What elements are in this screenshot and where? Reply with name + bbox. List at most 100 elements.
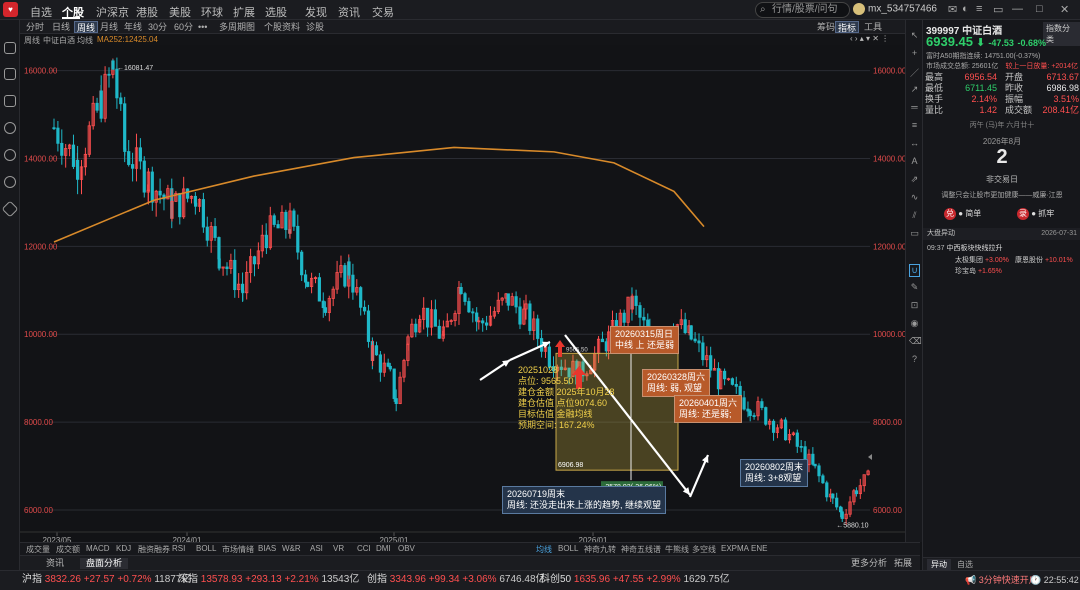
indicator-tab-3[interactable]: KDJ (116, 544, 131, 553)
indicator-tab2-1[interactable]: BOLL (558, 544, 578, 553)
indicator-tab-4[interactable]: 融资融券 (138, 544, 170, 555)
indicator-tab-8[interactable]: BIAS (258, 544, 276, 553)
expand-button[interactable]: 拓展 (888, 558, 918, 569)
indicator-tab-2[interactable]: MACD (86, 544, 110, 553)
monitor-icon[interactable] (4, 68, 16, 80)
tools-button[interactable]: 工具 (862, 21, 884, 33)
card-news[interactable]: 资讯 (40, 558, 70, 569)
user-account[interactable]: mx_534757466 (853, 3, 937, 15)
period-8[interactable]: 多周期图 (217, 21, 257, 33)
nav-8[interactable]: 发现 (305, 4, 327, 20)
news-stock-item[interactable]: 太极集团 +3.00% (955, 255, 1009, 265)
period-0[interactable]: 分时 (24, 21, 46, 33)
diamond-icon[interactable] (1, 200, 19, 218)
chart-annotation-a3[interactable]: 20260328周六 周线: 弱, 观望 (642, 369, 711, 397)
minimize-icon[interactable]: — (1012, 3, 1023, 15)
card-market-analysis[interactable]: 盘面分析 (80, 558, 129, 569)
robot-icon[interactable] (4, 42, 16, 54)
help-icon[interactable]: ? (909, 354, 920, 364)
indicator-tab-14[interactable]: OBV (398, 544, 415, 553)
cursor-icon[interactable]: ↖ (909, 30, 920, 41)
compact-icon[interactable]: ▭ (993, 3, 1003, 16)
nav-9[interactable]: 资讯 (338, 4, 360, 20)
nav-7[interactable]: 选股 (265, 4, 287, 20)
document-icon[interactable] (4, 95, 16, 107)
line-tool-icon[interactable]: ／ (909, 66, 920, 79)
indicator-tab2-6[interactable]: EXPMA (721, 544, 749, 553)
period-5[interactable]: 30分 (146, 21, 169, 33)
chart-window-controls[interactable]: ‹ › ▴ ▾ ✕ ⋮ (850, 34, 889, 43)
chips-button[interactable]: 筹码 (815, 21, 837, 33)
indicator-tab-1[interactable]: 成交额 (56, 544, 80, 555)
vline-tool-icon[interactable]: ↔ (909, 138, 920, 148)
nav-3[interactable]: 港股 (136, 4, 158, 20)
period-3[interactable]: 月线 (98, 21, 120, 33)
indicator-tab2-4[interactable]: 牛熊线 (665, 544, 689, 555)
kline-chart[interactable]: 16000.00 16000.00 14000.00 14000.00 12000.00… (20, 45, 907, 545)
ray-tool-icon[interactable]: ↗ (909, 84, 920, 95)
menu-icon[interactable]: ≡ (976, 3, 982, 15)
mail-icon[interactable]: ✉ (948, 3, 957, 16)
compass-icon[interactable] (4, 176, 16, 188)
nav-4[interactable]: 美股 (169, 4, 191, 20)
indicator-button[interactable]: 指标 (835, 21, 860, 33)
chat-icon[interactable] (4, 149, 16, 161)
indicator-tab2-0[interactable]: 均线 (536, 544, 552, 555)
nav-5[interactable]: 环球 (201, 4, 223, 20)
eye-icon[interactable]: ◉ (909, 318, 920, 329)
magnet-icon[interactable]: ∪ (909, 264, 920, 277)
chart-annotation-a6[interactable]: 20260802周末 周线: 3+8观望 (740, 459, 809, 487)
nav-0[interactable]: 自选 (30, 4, 52, 20)
app-logo[interactable]: ♥ (3, 2, 18, 17)
maximize-icon[interactable]: □ (1036, 3, 1043, 15)
trash-icon[interactable]: ⌫ (909, 336, 922, 347)
hline-tool-icon[interactable]: ═ (909, 102, 920, 112)
chart-annotation-a4[interactable]: 20260401周六 周线: 还是弱; (674, 395, 743, 423)
more-analysis-button[interactable]: 更多分析 (845, 558, 893, 569)
period-6[interactable]: 60分 (172, 21, 195, 33)
period-10[interactable]: 诊股 (304, 21, 326, 33)
index-ticker[interactable]: 深指 13578.93 +293.13 +2.21% 13543亿 (178, 571, 359, 589)
text-tool-icon[interactable]: A (909, 156, 920, 166)
channel-tool-icon[interactable]: ≡ (909, 120, 920, 130)
close-icon[interactable]: ✕ (1060, 3, 1069, 16)
skin-icon[interactable]: ◐ (962, 3, 969, 15)
index-ticker[interactable]: 科创50 1635.96 +47.55 +2.99% 1629.75亿 (540, 571, 730, 589)
news-stock-item[interactable]: 珍宝岛 +1.65% (955, 266, 1002, 276)
index-category-button[interactable]: 指数分类 (1043, 22, 1080, 46)
indicator-tab-7[interactable]: 市场情绪 (222, 544, 254, 555)
indicator-tab2-2[interactable]: 神奇九转 (584, 544, 616, 555)
nav-10[interactable]: 交易 (372, 4, 394, 20)
indicator-tab-11[interactable]: VR (333, 544, 344, 553)
sell-button[interactable]: 录 ● 抓牢 (1017, 208, 1054, 220)
chart-annotation-a5[interactable]: 20260719周末 周线: 还没走出来上涨的趋势, 继续观望 (502, 486, 667, 514)
indicator-tab-9[interactable]: W&R (282, 544, 301, 553)
news-stock-item[interactable]: 康恩股份 +10.01% (1015, 255, 1073, 265)
arrow-tool-icon[interactable]: ⇗ (909, 174, 920, 185)
buy-button[interactable]: 兑 ● 简单 (944, 208, 981, 220)
period-2[interactable]: 周线 (74, 21, 99, 33)
indicator-tab-12[interactable]: CCI (357, 544, 371, 553)
index-ticker[interactable]: 创指 3343.96 +99.34 +3.06% 6746.48亿 (367, 571, 546, 589)
indicator-tab2-7[interactable]: ENE (751, 544, 767, 553)
period-9[interactable]: 个股资料 (262, 21, 302, 33)
pen-icon[interactable]: ✎ (909, 282, 920, 293)
crosshair-icon[interactable]: + (909, 48, 920, 58)
news-ticker[interactable]: 📢 3分钟快速开户 (965, 571, 1038, 589)
period-7[interactable]: ••• (196, 21, 209, 33)
rect-tool-icon[interactable]: ▭ (909, 228, 920, 239)
indicator-tab-6[interactable]: BOLL (196, 544, 216, 553)
period-1[interactable]: 日线 (50, 21, 72, 33)
indicator-tab-5[interactable]: RSI (172, 544, 185, 553)
indicator-tab2-3[interactable]: 神奇五线谱 (621, 544, 661, 555)
index-ticker[interactable]: 沪指 3832.26 +27.57 +0.72% 11877亿 (22, 571, 191, 589)
chart-annotation-a2[interactable]: 20260315周日 中线 上 还是弱 (610, 326, 680, 354)
period-4[interactable]: 年线 (122, 21, 144, 33)
wave-tool-icon[interactable]: ∿ (909, 192, 920, 203)
fib-tool-icon[interactable]: ⫽ (909, 210, 920, 221)
indicator-tab-0[interactable]: 成交量 (26, 544, 50, 555)
tab-watchlist[interactable]: 自选 (957, 559, 973, 570)
nav-6[interactable]: 扩展 (233, 4, 255, 20)
news-headline[interactable]: 09:37 中西板块快线拉升 (927, 243, 1002, 253)
indicator-tab-13[interactable]: DMI (376, 544, 391, 553)
